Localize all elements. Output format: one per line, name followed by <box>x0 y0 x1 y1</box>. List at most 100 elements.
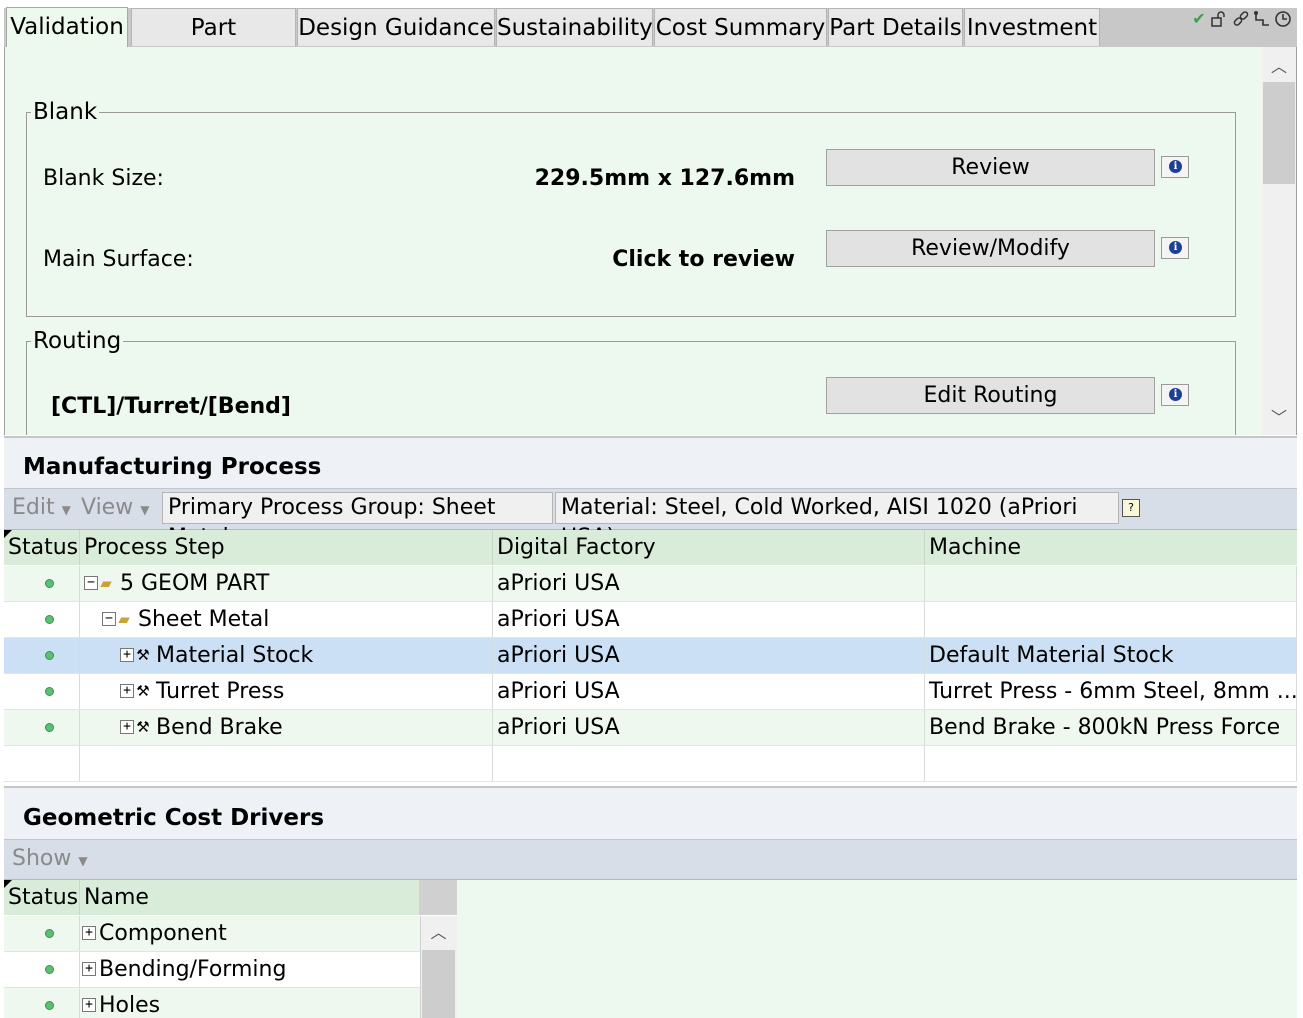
machine-cell <box>925 602 1297 637</box>
view-menu[interactable]: View ▼ <box>81 489 149 529</box>
driver-name: Component <box>99 921 227 946</box>
status-cell <box>4 602 80 637</box>
driver-name: Bending/Forming <box>99 957 287 982</box>
tab-investment[interactable]: Investment <box>964 8 1100 46</box>
geometric-toolbar: Show ▼ <box>4 840 1297 880</box>
edit-routing-button[interactable]: Edit Routing <box>826 377 1155 414</box>
review-modify-button[interactable]: Review/Modify <box>826 230 1155 267</box>
scroll-up-icon[interactable]: ︿ <box>1262 55 1296 79</box>
col-status[interactable]: Status <box>4 530 80 565</box>
status-cell <box>4 566 80 601</box>
tab-validation[interactable]: Validation <box>6 7 128 48</box>
expand-icon[interactable]: + <box>82 926 96 940</box>
table-row[interactable]: + ⚒ Turret Press aPriori USA Turret Pres… <box>4 674 1297 710</box>
geometric-scrollbar-thumb[interactable] <box>422 950 455 1018</box>
link-icon[interactable] <box>1232 10 1250 28</box>
tab-cost-summary[interactable]: Cost Summary <box>654 8 827 46</box>
status-dot-icon <box>45 723 54 732</box>
geometric-grid: Status Name + Component + Bending/Formin… <box>4 880 457 1018</box>
validation-scrollbar-thumb[interactable] <box>1263 82 1295 184</box>
table-row[interactable]: + ⚒ Bend Brake aPriori USA Bend Brake - … <box>4 710 1297 746</box>
table-row[interactable]: − ▰ 5 GEOM PART aPriori USA <box>4 566 1297 602</box>
empty-row <box>4 746 1297 782</box>
table-row[interactable]: + Bending/Forming <box>4 952 420 988</box>
geometric-header: Geometric Cost Drivers <box>4 786 1297 840</box>
status-dot-icon <box>45 687 54 696</box>
empty-cell <box>493 746 925 781</box>
validation-panel: Blank Blank Size: 229.5mm x 127.6mm Revi… <box>4 47 1297 435</box>
process-step-cell: − ▰ Sheet Metal <box>80 602 493 637</box>
expand-icon[interactable]: + <box>120 684 134 698</box>
empty-cell <box>4 746 80 781</box>
process-group-field[interactable]: Primary Process Group: Sheet Metal <box>162 492 553 550</box>
hammer-icon: ⚒ <box>136 682 150 700</box>
factory-cell: aPriori USA <box>493 710 925 745</box>
status-dot-icon <box>45 615 54 624</box>
col-status[interactable]: Status <box>4 880 80 915</box>
table-row[interactable]: − ▰ Sheet Metal aPriori USA <box>4 602 1297 638</box>
process-step-name: 5 GEOM PART <box>120 571 270 596</box>
show-menu[interactable]: Show ▼ <box>12 840 88 880</box>
status-cell <box>4 674 80 709</box>
machine-cell <box>925 566 1297 601</box>
process-step-name: Sheet Metal <box>138 607 270 632</box>
material-field[interactable]: Material: Steel, Cold Worked, AISI 1020 … <box>555 492 1119 550</box>
status-cell <box>4 952 80 987</box>
name-cell: + Bending/Forming <box>80 952 420 987</box>
clock-icon[interactable] <box>1274 10 1292 28</box>
expand-icon[interactable]: + <box>120 720 134 734</box>
status-cell <box>4 916 80 951</box>
table-row[interactable]: + Holes <box>4 988 420 1018</box>
driver-name: Holes <box>99 993 161 1018</box>
routing-info-icon[interactable]: i <box>1161 384 1189 406</box>
machine-cell: Turret Press - 6mm Steel, 8mm ... <box>925 674 1297 709</box>
tab-part-details[interactable]: Part Details <box>828 8 963 46</box>
chevron-down-icon: ▼ <box>140 503 150 517</box>
collapse-icon[interactable]: − <box>102 612 116 626</box>
empty-cell <box>80 746 493 781</box>
table-row[interactable]: + ⚒ Material Stock aPriori USA Default M… <box>4 638 1297 674</box>
header-scroll-corner <box>420 880 457 915</box>
blank-size-info-icon[interactable]: i <box>1161 156 1189 178</box>
col-name[interactable]: Name <box>80 880 420 915</box>
collapse-icon[interactable]: − <box>84 576 98 590</box>
show-menu-label: Show <box>12 846 72 871</box>
tab-sustainability[interactable]: Sustainability <box>496 8 653 46</box>
edit-menu[interactable]: Edit ▼ <box>12 489 71 529</box>
scroll-down-icon[interactable]: ﹀ <box>1262 406 1296 430</box>
col-process-step[interactable]: Process Step <box>80 530 493 565</box>
expand-icon[interactable]: + <box>82 962 96 976</box>
main-surface-info-icon[interactable]: i <box>1161 237 1189 259</box>
process-step-cell: + ⚒ Turret Press <box>80 674 493 709</box>
review-button[interactable]: Review <box>826 149 1155 186</box>
factory-cell: aPriori USA <box>493 638 925 673</box>
expand-icon[interactable]: + <box>82 998 96 1012</box>
main-surface-value[interactable]: Click to review <box>427 246 795 274</box>
check-icon[interactable]: ✔ <box>1190 10 1208 28</box>
tab-bar: Validation Part Summary Design Guidance … <box>0 0 1303 79</box>
factory-cell: aPriori USA <box>493 602 925 637</box>
chevron-down-icon: ▼ <box>78 854 88 868</box>
status-cell <box>4 988 80 1018</box>
routing-group-title: Routing <box>31 327 124 355</box>
geometric-grid-header: Status Name <box>4 880 457 915</box>
process-step-name: Material Stock <box>156 643 314 668</box>
material-help-icon[interactable]: ? <box>1122 499 1140 517</box>
name-cell: + Component <box>80 916 420 951</box>
col-digital-factory[interactable]: Digital Factory <box>493 530 925 565</box>
routing-value: [CTL]/Turret/[Bend] <box>51 394 291 419</box>
routing-icon[interactable] <box>1253 10 1271 28</box>
status-dot-icon <box>45 965 54 974</box>
main-surface-label: Main Surface: <box>43 247 194 272</box>
tab-design-guidance[interactable]: Design Guidance <box>297 8 495 46</box>
scroll-up-icon[interactable]: ︿ <box>422 921 455 945</box>
blank-size-label: Blank Size: <box>43 166 164 191</box>
unlock-icon[interactable] <box>1210 10 1228 28</box>
manufacturing-toolbar: Edit ▼ View ▼ Primary Process Group: She… <box>4 489 1297 550</box>
geometric-title: Geometric Cost Drivers <box>23 805 325 831</box>
manufacturing-header: Manufacturing Process <box>4 436 1297 489</box>
table-row[interactable]: + Component <box>4 916 420 952</box>
tab-part-summary[interactable]: Part Summary <box>131 8 296 79</box>
col-machine[interactable]: Machine <box>925 530 1297 565</box>
expand-icon[interactable]: + <box>120 648 134 662</box>
